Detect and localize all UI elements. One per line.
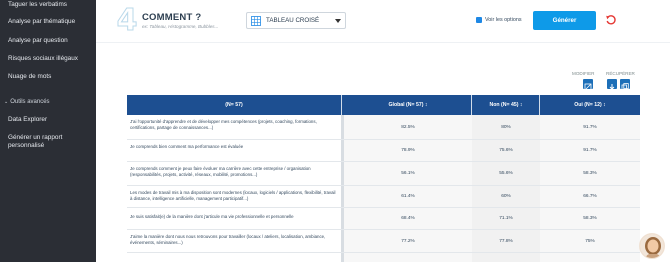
non-value: 80% [472,115,540,139]
copy-icon[interactable] [620,79,630,91]
column-header-n: (N= 57) [225,102,243,108]
oui-value: 58.3% [540,162,640,185]
sidebar-item-generer-rapport-line2[interactable]: personnalisé [8,142,44,150]
question-cell [127,253,341,262]
sidebar-item-analyse-question[interactable]: Analyse par question [8,37,68,45]
oui-value: 91.7% [540,115,640,139]
table-grid-icon [251,16,261,26]
table-row: J'aime la manière dont nous nous retrouv… [127,230,640,253]
sidebar-item-analyse-thematique[interactable]: Analyse par thématique [8,18,75,26]
sidebar-item-generer-rapport[interactable]: Générer un rapport [8,134,62,142]
column-header-oui[interactable]: Oui (N= 12) ↕ [540,95,640,115]
table-row: J'ai l'opportunité d'apprendre et de dév… [127,115,640,140]
app-window: Taguer les verbatims Analyse par thémati… [0,0,670,262]
chevron-down-icon: ⌄ [4,99,9,105]
oui-value: 66.7% [540,186,640,207]
table-row [127,253,640,262]
question-cell: Je comprends comment je peux faire évolu… [127,162,341,185]
sidebar-item-taguer-verbatims[interactable]: Taguer les verbatims [8,1,67,9]
header-separator [341,95,342,115]
step-number: 4 [116,3,138,38]
non-value: 55.6% [472,162,540,185]
global-value: 68.4% [344,208,472,229]
header-divider [96,42,670,43]
step-title: COMMENT ? [142,12,202,23]
sidebar: Taguer les verbatims Analyse par thémati… [0,0,96,262]
chart-type-value: TABLEAU CROISÉ [266,17,320,24]
question-cell: J'aime la manière dont nous nous retrouv… [127,230,341,252]
column-header-global[interactable]: Global (N= 57) ↕ [344,95,472,115]
generate-button[interactable]: Générer [533,11,596,30]
question-cell: J'ai l'opportunité d'apprendre et de dév… [127,115,341,139]
table-header: (N= 57) Global (N= 57) ↕ Non (N= 45) ↕ O… [127,95,640,115]
chat-avatar[interactable] [639,233,665,259]
chart-type-select[interactable]: TABLEAU CROISÉ [246,12,346,29]
global-value: 77.2% [344,230,472,252]
reset-icon[interactable] [605,14,617,26]
sidebar-section-label: Outils avancés [10,99,50,105]
non-value: 71.1% [472,208,540,229]
sidebar-item-data-explorer[interactable]: Data Explorer [8,116,47,124]
column-header-non[interactable]: Non (N= 45) ↕ [472,95,540,115]
sidebar-item-risques-sociaux[interactable]: Risques sociaux illégaux [8,55,78,63]
global-value: 61.4% [344,186,472,207]
edit-icon[interactable] [583,79,593,91]
oui-value: 75% [540,230,640,252]
question-cell: Je comprends bien comment ma performance… [127,140,341,161]
options-label[interactable]: Voir les options [485,17,522,23]
sidebar-section-outils[interactable]: ⌄ Outils avancés [4,99,50,105]
table-row: Les modes de travail mis à ma dispositio… [127,186,640,208]
non-value: 77.8% [472,230,540,252]
non-value [472,253,540,262]
global-value [344,253,472,262]
sidebar-item-nuage-mots[interactable]: Nuage de mots [8,73,51,81]
chevron-down-icon [335,19,341,23]
question-cell: Les modes de travail mis à ma dispositio… [127,186,341,207]
download-icon[interactable] [607,79,617,91]
modifier-label: MODIFIER [572,71,595,76]
global-value: 82.5% [344,115,472,139]
oui-value: 58.3% [540,208,640,229]
recuperer-label: RÉCUPÉRER [606,71,635,76]
step-subtitle: ex: Tableau, Histogramme, Bubbles... [142,24,219,29]
global-value: 56.1% [344,162,472,185]
table-row: Je comprends bien comment ma performance… [127,140,640,162]
table-row: Je suis satisfait(e) de la manière dont … [127,208,640,230]
global-value: 78.9% [344,140,472,161]
oui-value [540,253,640,262]
non-value: 75.6% [472,140,540,161]
question-cell: Je suis satisfait(e) de la manière dont … [127,208,341,229]
non-value: 60% [472,186,540,207]
oui-value: 91.7% [540,140,640,161]
table-row: Je comprends comment je peux faire évolu… [127,162,640,186]
options-checkbox[interactable] [476,17,482,23]
